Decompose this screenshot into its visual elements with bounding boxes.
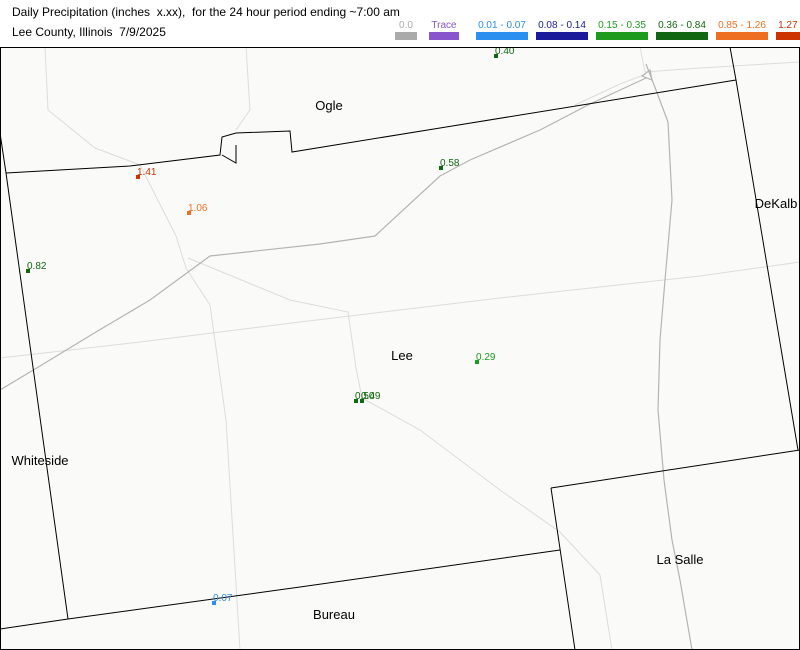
station-0-07[interactable]: 0.07: [212, 593, 233, 605]
station-0-29[interactable]: 0.29: [475, 352, 496, 364]
station-0-40[interactable]: 0.40: [494, 47, 515, 58]
station-1-06[interactable]: 1.06: [187, 203, 208, 215]
county-label-whiteside: Whiteside: [11, 453, 68, 468]
county-label-lee: Lee: [391, 348, 413, 363]
legend-item-0-01-0-07: 0.01 - 0.07: [476, 20, 528, 40]
station-value: 0.58: [440, 158, 460, 169]
legend-item-0-15-0-35: 0.15 - 0.35: [596, 20, 648, 40]
station-0-58[interactable]: 0.58: [439, 158, 460, 170]
county-label-ogle: Ogle: [315, 98, 342, 113]
legend-item-trace: Trace: [418, 20, 470, 40]
county-label-lasalle: La Salle: [657, 552, 704, 567]
legend-label-trace: Trace: [431, 20, 457, 31]
map-header: Daily Precipitation (inches x.xx), for t…: [0, 0, 800, 47]
station-value: 0.82: [27, 261, 47, 272]
station-value: 0.49: [361, 391, 381, 402]
station-0-49[interactable]: 0.49: [360, 391, 381, 403]
legend-swatch-0-01-0-07: [476, 32, 528, 40]
station-value: 1.41: [137, 167, 157, 178]
station-value: 0.29: [476, 352, 496, 363]
legend-label-zero: 0.0: [399, 20, 413, 31]
map-title: Daily Precipitation (inches x.xx), for t…: [12, 5, 400, 19]
legend-swatch-0-08-0-14: [536, 32, 588, 40]
legend-item-0-08-0-14: 0.08 - 0.14: [536, 20, 588, 40]
precipitation-legend: 0.0 Trace 0.01 - 0.07 0.08 - 0.14 0.15 -…: [380, 20, 800, 42]
legend-swatch-0-36-0-84: [656, 32, 708, 40]
legend-swatch-1-27-1-41: [776, 32, 800, 40]
legend-item-1-27-1-41: 1.27 - 1.41: [776, 20, 800, 40]
precipitation-map-page: Daily Precipitation (inches x.xx), for t…: [0, 0, 800, 650]
legend-item-0-36-0-84: 0.36 - 0.84: [656, 20, 708, 40]
station-0-82[interactable]: 0.82: [26, 261, 47, 273]
legend-item-0-85-1-26: 0.85 - 1.26: [716, 20, 768, 40]
station-value: 1.06: [188, 203, 208, 214]
county-label-bureau: Bureau: [313, 607, 355, 622]
legend-label-0-85-1-26: 0.85 - 1.26: [718, 20, 766, 31]
legend-label-0-36-0-84: 0.36 - 0.84: [658, 20, 706, 31]
legend-swatch-0-15-0-35: [596, 32, 648, 40]
station-value: 0.07: [213, 593, 233, 604]
legend-label-1-27-1-41: 1.27 - 1.41: [778, 20, 800, 31]
county-label-dekalb: DeKalb: [755, 196, 798, 211]
map-subtitle: Lee County, Illinois 7/9/2025: [12, 25, 166, 39]
legend-label-0-08-0-14: 0.08 - 0.14: [538, 20, 586, 31]
county-map[interactable]: Ogle DeKalb Lee Whiteside La Salle Burea…: [0, 47, 800, 650]
legend-label-0-15-0-35: 0.15 - 0.35: [598, 20, 646, 31]
station-value: 0.40: [495, 47, 515, 57]
legend-swatch-zero: [395, 32, 417, 40]
legend-label-0-01-0-07: 0.01 - 0.07: [478, 20, 526, 31]
legend-swatch-0-85-1-26: [716, 32, 768, 40]
legend-swatch-trace: [429, 32, 459, 40]
station-1-41[interactable]: 1.41: [136, 167, 157, 179]
